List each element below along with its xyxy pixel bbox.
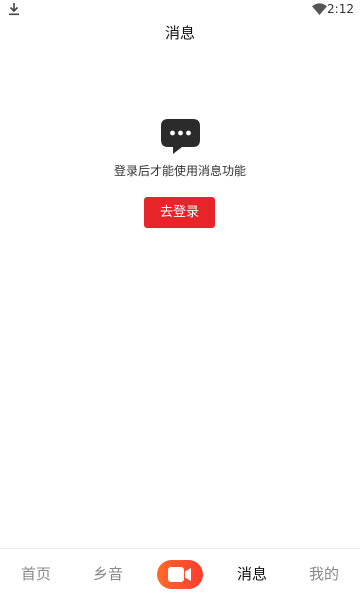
nav-item-home[interactable]: 首页 (14, 549, 58, 600)
login-required-message: 登录后才能使用消息功能 (113, 164, 246, 178)
nav-item-messages[interactable]: 消息 (230, 549, 274, 600)
status-time: 2:12 (327, 2, 354, 16)
bottom-nav: 首页 乡音 消息 我的 (0, 548, 360, 600)
nav-item-video-button[interactable] (157, 560, 203, 589)
wifi-icon (312, 3, 327, 15)
download-icon (9, 3, 19, 16)
login-button[interactable]: 去登录 (144, 197, 215, 228)
video-camera-icon (168, 567, 191, 582)
nav-item-hometown[interactable]: 乡音 (86, 549, 130, 600)
status-bar: 2:12 (0, 0, 360, 18)
chat-bubble-icon (161, 119, 200, 154)
messages-screen: 2:12 消息 登录后才能使用消息功能 去登录 首页 乡音 消息 我的 (0, 0, 360, 600)
page-title: 消息 (164, 24, 195, 42)
nav-item-mine[interactable]: 我的 (302, 549, 346, 600)
